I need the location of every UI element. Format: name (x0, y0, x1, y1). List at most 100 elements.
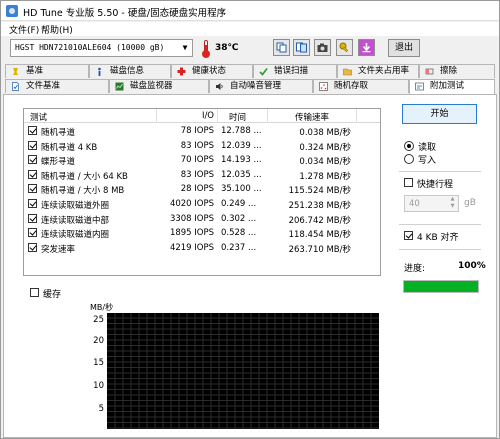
tab-health[interactable]: 健康状态 (171, 64, 253, 78)
col-header-time[interactable]: 时间 (229, 111, 246, 123)
tab-extra-tests[interactable]: 附加测试 (409, 79, 495, 94)
test-name: 连续读取磁道外圈 (41, 201, 110, 211)
options-button[interactable] (336, 39, 353, 56)
table-row[interactable]: 突发速率 4219 IOPS 0.237 ... 263.710 MB/秒 (24, 241, 380, 255)
progress-bar-fill (404, 281, 478, 292)
test-rate: 118.454 MB/秒 (288, 230, 351, 241)
test-time: 0.528 ... (221, 228, 257, 239)
copy-all-button[interactable] (293, 39, 310, 56)
col-header-test[interactable]: 测试 (30, 111, 47, 123)
download-icon (361, 42, 372, 53)
table-row[interactable]: 随机寻道 / 大小 8 MB 28 IOPS 35.100 ... 115.524 M… (24, 182, 380, 196)
spin-down-icon[interactable]: ▼ (448, 203, 457, 210)
quick-scan-checkbox[interactable] (404, 178, 413, 187)
test-checkbox[interactable] (28, 184, 37, 194)
tab-row-1: 基准 磁盘信息 健康状态 错误扫描 文件夹占用率 擦除 (3, 64, 497, 78)
graph-canvas (107, 313, 379, 429)
write-radio-dot[interactable] (404, 154, 414, 164)
align-4kb-label: 4 KB 对齐 (417, 233, 459, 243)
tab-random-access[interactable]: 随机存取 (313, 79, 409, 93)
spin-up-icon[interactable]: ▲ (448, 196, 457, 203)
table-row[interactable]: 随机寻道 4 KB 83 IOPS 12.039 ... 0.324 MB/秒 (24, 139, 380, 153)
col-header-rate[interactable]: 传输速率 (295, 111, 329, 123)
copy-button[interactable] (273, 39, 290, 56)
exit-button[interactable]: 退出 (388, 39, 420, 57)
test-io: 4020 IOPS (169, 199, 214, 209)
test-checkbox[interactable] (28, 213, 37, 223)
tab-noise-management[interactable]: 自动噪音管理 (209, 79, 313, 93)
random-access-icon (319, 82, 328, 91)
quick-scan-size-input[interactable]: 40 ▲ ▼ (404, 195, 459, 212)
divider (399, 249, 481, 250)
test-checkbox[interactable] (28, 242, 37, 252)
start-button[interactable]: 开始 (402, 104, 477, 124)
test-checkbox[interactable] (28, 126, 37, 135)
error-scan-icon (259, 67, 268, 76)
y-tick-label: 5 (98, 404, 104, 414)
test-rate: 0.038 MB/秒 (299, 128, 351, 138)
test-time: 12.035 ... (221, 169, 262, 180)
benchmark-icon (11, 67, 20, 76)
menu-file[interactable]: 文件(F) (9, 23, 39, 36)
speed-graph: MB/秒 25 20 15 10 5 (84, 301, 383, 429)
test-rate: 206.742 MB/秒 (288, 215, 351, 226)
keys-icon (339, 42, 350, 53)
table-row[interactable]: 蝶形寻道 70 IOPS 14.193 ... 0.034 MB/秒 (24, 153, 380, 167)
camera-icon (317, 42, 328, 53)
table-row[interactable]: 随机寻道 78 IOPS 12.788 ... 0.038 MB/秒 (24, 124, 380, 138)
table-row[interactable]: 随机寻道 / 大小 64 KB 83 IOPS 12.035 ... 1.278 MB… (24, 168, 380, 182)
test-rate: 251.238 MB/秒 (288, 201, 351, 211)
test-rate: 115.524 MB/秒 (288, 186, 351, 197)
tab-row-2: 文件基准 磁盘监视器 自动噪音管理 随机存取 附加测试 (3, 79, 497, 94)
tab-folder-usage[interactable]: 文件夹占用率 (337, 64, 419, 78)
y-tick-label: 15 (93, 358, 104, 368)
test-checkbox[interactable] (28, 228, 37, 238)
cache-label: 缓存 (43, 290, 62, 300)
test-checkbox[interactable] (28, 155, 37, 165)
test-io: 83 IOPS (180, 140, 214, 151)
tab-benchmark[interactable]: 基准 (5, 64, 89, 78)
col-header-io[interactable]: I/O (160, 111, 214, 121)
y-tick-label: 10 (93, 381, 104, 391)
results-table[interactable]: 测试 I/O 时间 传输速率 随机寻道 78 IOPS 12.788 ... 0.03… (23, 108, 381, 276)
test-io: 3308 IOPS (169, 213, 214, 224)
test-time: 12.788 ... (221, 126, 262, 136)
tab-disk-info[interactable]: 磁盘信息 (89, 64, 171, 78)
thermometer-icon (202, 40, 210, 58)
title-bar: HD Tune 专业版 5.50 - 硬盘/固态硬盘实用程序 (1, 1, 499, 21)
test-checkbox[interactable] (28, 140, 37, 150)
test-io: 28 IOPS (180, 184, 214, 195)
align-4kb-checkbox[interactable] (404, 231, 413, 240)
y-tick-label: 20 (93, 336, 104, 346)
quick-scan-label: 快捷行程 (417, 180, 454, 190)
tab-erase[interactable]: 擦除 (419, 64, 495, 78)
test-name: 随机寻道 4 KB (41, 142, 98, 153)
tab-disk-monitor[interactable]: 磁盘监视器 (109, 79, 209, 93)
table-row[interactable]: 连续读取磁道内圈 1895 IOPS 0.528 ... 118.454 MB/秒 (24, 226, 380, 240)
table-row[interactable]: 连续读取磁道中部 3308 IOPS 0.302 ... 206.742 MB/秒 (24, 212, 380, 226)
app-window: HD Tune 专业版 5.50 - 硬盘/固态硬盘实用程序 文件(F) 帮助(… (0, 0, 500, 439)
test-name: 连续读取磁道内圈 (41, 230, 110, 241)
screenshot-button[interactable] (314, 39, 331, 56)
tab-error-scan[interactable]: 错误扫描 (253, 64, 337, 78)
read-radio-dot[interactable] (404, 141, 414, 151)
test-checkbox[interactable] (28, 199, 37, 208)
save-button[interactable] (358, 39, 375, 56)
drive-select[interactable]: HGST HDN721010ALE604 (10000 gB) ▼ (10, 39, 193, 57)
quick-scan-unit: gB (464, 198, 476, 208)
divider (399, 224, 481, 225)
test-io: 83 IOPS (180, 169, 214, 180)
test-checkbox[interactable] (28, 169, 37, 179)
graph-y-unit: MB/秒 (90, 303, 114, 312)
y-tick-label: 25 (93, 315, 104, 325)
table-row[interactable]: 连续读取磁道外圈 4020 IOPS 0.249 ... 251.238 MB/秒 (24, 197, 380, 211)
test-name: 随机寻道 / 大小 64 KB (41, 171, 128, 182)
folder-usage-icon (343, 67, 352, 76)
extra-tests-icon (415, 82, 424, 91)
table-header: 测试 I/O 时间 传输速率 (24, 109, 380, 123)
erase-icon (425, 67, 434, 76)
menu-help[interactable]: 帮助(H) (41, 23, 73, 36)
tab-file-benchmark[interactable]: 文件基准 (5, 79, 109, 93)
cache-checkbox[interactable] (30, 288, 39, 297)
chevron-down-icon[interactable]: ▼ (178, 40, 192, 56)
